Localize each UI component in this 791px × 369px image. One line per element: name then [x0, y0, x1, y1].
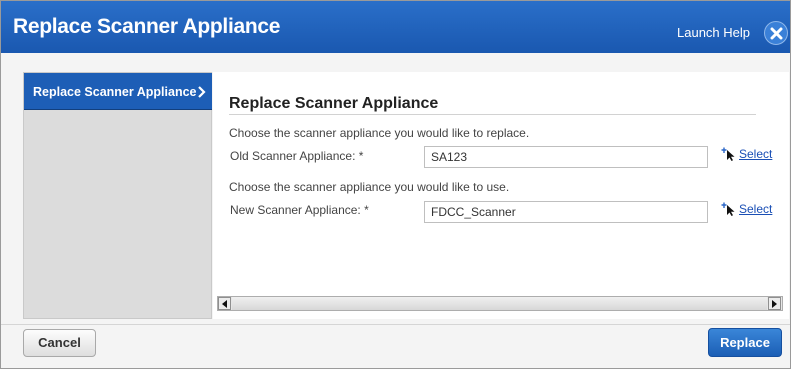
footer-divider	[1, 324, 790, 325]
new-appliance-label: New Scanner Appliance: *	[230, 203, 369, 217]
old-appliance-field[interactable]	[424, 146, 708, 168]
old-appliance-select[interactable]: Select	[721, 147, 772, 161]
add-cursor-icon	[721, 202, 735, 216]
new-appliance-select[interactable]: Select	[721, 202, 772, 216]
scroll-left-button[interactable]	[218, 297, 231, 310]
close-button[interactable]	[764, 21, 788, 45]
old-appliance-label: Old Scanner Appliance: *	[230, 149, 364, 163]
scroll-right-icon	[772, 300, 777, 308]
close-icon	[770, 27, 783, 40]
chevron-right-icon	[198, 86, 206, 98]
new-appliance-field[interactable]	[424, 201, 708, 223]
horizontal-scrollbar[interactable]	[217, 296, 783, 311]
sidebar-item-replace-scanner-appliance[interactable]: Replace Scanner Appliance	[24, 73, 212, 110]
replace-button[interactable]: Replace	[708, 328, 782, 357]
replace-scanner-dialog: Replace Scanner Appliance Launch Help Re…	[0, 0, 791, 369]
dialog-title: Replace Scanner Appliance	[13, 15, 281, 38]
old-appliance-instruction: Choose the scanner appliance you would l…	[229, 126, 530, 140]
section-divider	[229, 114, 756, 115]
wizard-sidebar: Replace Scanner Appliance	[23, 72, 212, 319]
sidebar-item-label: Replace Scanner Appliance	[33, 85, 197, 99]
dialog-titlebar: Replace Scanner Appliance Launch Help	[1, 1, 790, 53]
launch-help-link[interactable]: Launch Help	[677, 25, 750, 40]
scroll-left-icon	[222, 300, 227, 308]
scrollbar-thumb[interactable]	[232, 297, 767, 310]
new-appliance-select-link[interactable]: Select	[739, 202, 772, 216]
add-cursor-icon	[721, 147, 735, 161]
section-title: Replace Scanner Appliance	[229, 95, 439, 112]
scroll-right-button[interactable]	[768, 297, 781, 310]
new-appliance-instruction: Choose the scanner appliance you would l…	[229, 180, 510, 194]
cancel-button[interactable]: Cancel	[23, 329, 96, 357]
main-content: Replace Scanner Appliance Choose the sca…	[213, 72, 789, 319]
old-appliance-select-link[interactable]: Select	[739, 147, 772, 161]
